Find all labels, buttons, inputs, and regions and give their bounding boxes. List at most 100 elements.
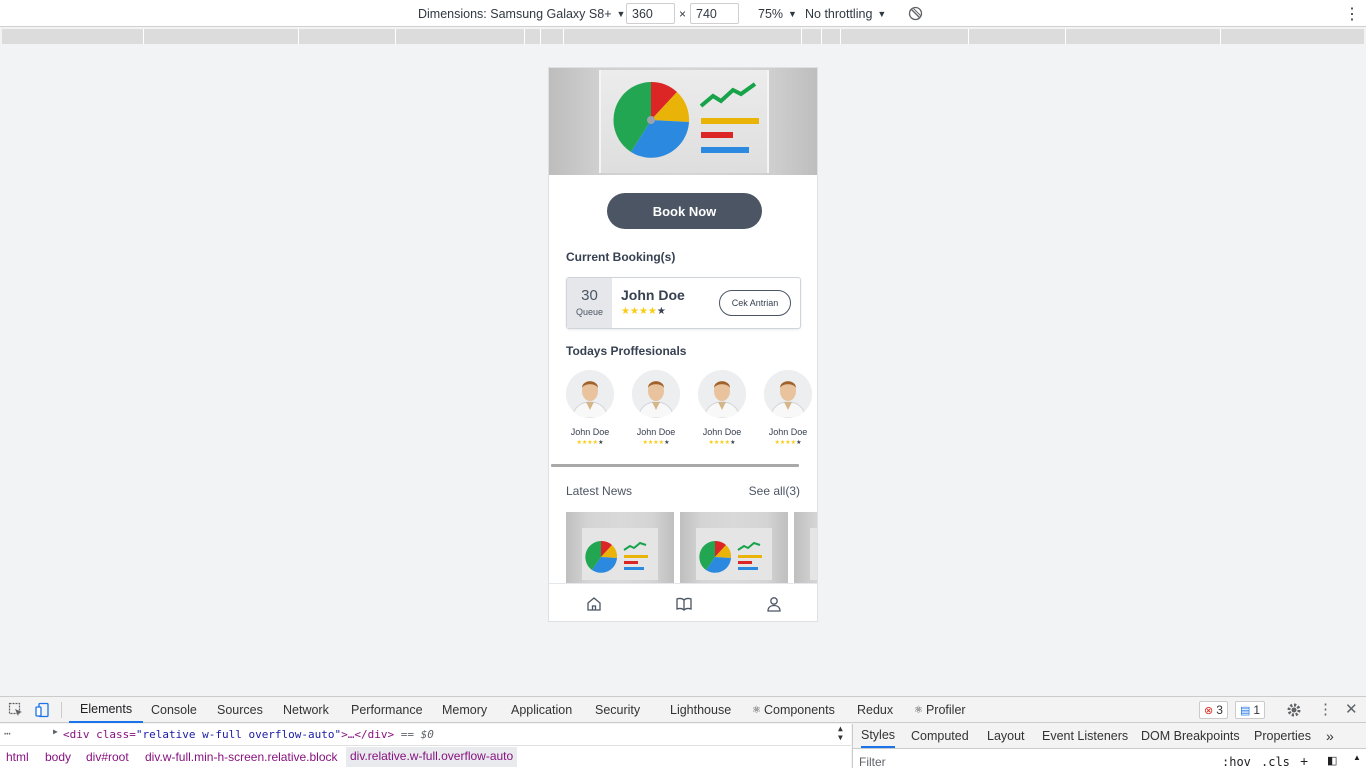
horizontal-scrollbar[interactable] xyxy=(551,464,799,467)
dom-tree-selected-line[interactable]: ⋯ ▶ <div class="relative w-full overflow… xyxy=(0,724,851,745)
book-icon[interactable] xyxy=(675,595,693,613)
throttling-select[interactable]: No throttling ▼ xyxy=(805,0,886,27)
more-options-icon[interactable]: ⋮ xyxy=(1318,700,1334,718)
chevron-down-icon: ▼ xyxy=(877,8,887,19)
ellipsis-icon[interactable]: ⋯ xyxy=(4,727,11,740)
close-icon[interactable]: ✕ xyxy=(1345,700,1361,718)
breadcrumb: html body div#root div.w-full.min-h-scre… xyxy=(0,745,851,768)
message-count: 1 xyxy=(1253,703,1261,717)
avatar xyxy=(764,370,812,418)
professionals-title: Todays Proffesionals xyxy=(566,344,687,358)
analytics-illustration xyxy=(613,81,759,158)
tab-elements[interactable]: Elements xyxy=(69,697,144,723)
user-icon[interactable] xyxy=(765,595,783,613)
professional-item[interactable]: John Doe ★★★★★ xyxy=(566,370,614,446)
booking-name: John Doe xyxy=(621,287,685,303)
breadcrumb-current[interactable]: div.relative.w-full.overflow-auto xyxy=(346,747,518,767)
queue-box: 30 Queue xyxy=(567,278,612,328)
tab-security[interactable]: Security xyxy=(595,697,640,723)
booking-rating: ★★★★★ xyxy=(621,306,666,317)
see-all-link[interactable]: See all(3) xyxy=(749,484,800,498)
more-tabs-icon[interactable]: » xyxy=(1326,724,1334,748)
width-input[interactable]: 360 xyxy=(626,3,675,24)
throttling-label: No throttling xyxy=(805,6,873,21)
tab-styles[interactable]: Styles xyxy=(861,724,896,748)
news-card[interactable] xyxy=(566,512,674,584)
expand-triangle-icon[interactable]: ▶ xyxy=(53,727,58,736)
tab-dom-breakpoints[interactable]: DOM Breakpoints xyxy=(1141,724,1240,748)
cls-button[interactable]: .cls xyxy=(1261,755,1290,768)
book-now-button[interactable]: Book Now xyxy=(607,193,762,229)
tab-redux[interactable]: Redux xyxy=(857,697,893,723)
news-card[interactable] xyxy=(680,512,788,584)
scroll-up-icon[interactable]: ▲ xyxy=(1353,753,1361,762)
tab-properties[interactable]: Properties xyxy=(1254,724,1311,748)
tab-sources[interactable]: Sources xyxy=(217,697,263,723)
styles-panel-tabs: Styles Computed Layout Event Listeners D… xyxy=(852,724,1366,749)
news-card[interactable] xyxy=(794,512,817,584)
professional-name: John Doe xyxy=(636,427,676,437)
zoom-select[interactable]: 75% ▼ xyxy=(758,0,797,27)
avatar xyxy=(632,370,680,418)
tab-application[interactable]: Application xyxy=(511,697,572,723)
tab-network[interactable]: Network xyxy=(283,697,329,723)
home-icon[interactable] xyxy=(585,595,603,613)
device-toggle-icon[interactable] xyxy=(35,702,51,718)
error-count-badge[interactable]: ⊗ 3 xyxy=(1199,701,1228,719)
tab-lighthouse[interactable]: Lighthouse xyxy=(670,697,731,723)
professional-item[interactable]: John Doe ★★★★★ xyxy=(632,370,680,446)
star-icon: ★ xyxy=(621,306,630,317)
professionals-list[interactable]: John Doe ★★★★★ John Doe ★★★★★ John Doe ★… xyxy=(566,370,817,455)
dom-open-tag: <div class= xyxy=(63,728,136,741)
react-icon: ⚛ xyxy=(752,704,761,716)
scroll-arrows-icon[interactable]: ▲ ▼ xyxy=(838,724,843,742)
latest-news-title: Latest News xyxy=(566,484,633,498)
media-queries-bar[interactable] xyxy=(2,29,1364,44)
react-icon: ⚛ xyxy=(914,704,923,716)
zoom-label: 75% xyxy=(758,6,784,21)
news-list[interactable] xyxy=(566,512,817,584)
tab-computed[interactable]: Computed xyxy=(911,724,969,748)
tab-components[interactable]: ⚛ Components xyxy=(752,697,835,723)
toggle-sidebar-icon[interactable]: ◧ xyxy=(1327,754,1337,767)
professional-name: John Doe xyxy=(570,427,610,437)
breadcrumb-html[interactable]: html xyxy=(6,750,29,764)
divider xyxy=(61,702,62,718)
professional-item[interactable]: John Doe ★★★★★ xyxy=(698,370,746,446)
inspect-element-icon[interactable] xyxy=(8,702,24,718)
tab-components-label: Components xyxy=(763,703,835,717)
star-icon: ★ xyxy=(647,306,657,317)
hov-button[interactable]: :hov xyxy=(1222,755,1251,768)
gear-icon[interactable] xyxy=(1286,702,1302,718)
height-input[interactable]: 740 xyxy=(690,3,739,24)
message-count-badge[interactable]: ▤ 1 xyxy=(1235,701,1266,719)
breadcrumb-body[interactable]: body xyxy=(45,750,71,764)
styles-filter-row: Filter :hov .cls + ◧ ▲ xyxy=(852,749,1366,768)
tab-console[interactable]: Console xyxy=(151,697,197,723)
chevron-down-icon: ▼ xyxy=(616,8,626,19)
breadcrumb-wrapper[interactable]: div.w-full.min-h-screen.relative.block xyxy=(145,750,338,764)
breadcrumb-root[interactable]: div#root xyxy=(86,750,129,764)
tab-event-listeners[interactable]: Event Listeners xyxy=(1042,724,1128,748)
tab-profiler[interactable]: ⚛ Profiler xyxy=(914,697,966,723)
dom-close-tag: >…</div> xyxy=(341,728,395,741)
professional-item[interactable]: John Doe ★★★★★ xyxy=(764,370,812,446)
dom-selected-marker: == $0 xyxy=(400,728,434,741)
professional-name: John Doe xyxy=(768,427,808,437)
error-icon: ⊗ xyxy=(1204,704,1214,717)
device-select[interactable]: Dimensions: Samsung Galaxy S8+ ▼ xyxy=(418,0,625,27)
times-separator: × xyxy=(679,6,687,21)
rotate-icon[interactable] xyxy=(908,0,923,27)
filter-input[interactable]: Filter xyxy=(859,755,886,768)
tab-memory[interactable]: Memory xyxy=(442,697,487,723)
add-rule-icon[interactable]: + xyxy=(1300,753,1308,768)
tab-performance[interactable]: Performance xyxy=(351,697,423,723)
chevron-down-icon: ▼ xyxy=(788,8,797,19)
star-icon: ★ xyxy=(638,306,648,317)
more-options-icon[interactable]: ⋮ xyxy=(1344,0,1360,27)
professional-rating: ★★★★★ xyxy=(576,440,604,446)
dom-node: <div class="relative w-full overflow-aut… xyxy=(63,728,434,741)
devtools-tabbar: Elements Console Sources Network Perform… xyxy=(0,696,1366,723)
tab-layout[interactable]: Layout xyxy=(987,724,1025,748)
cek-antrian-button[interactable]: Cek Antrian xyxy=(719,290,791,316)
